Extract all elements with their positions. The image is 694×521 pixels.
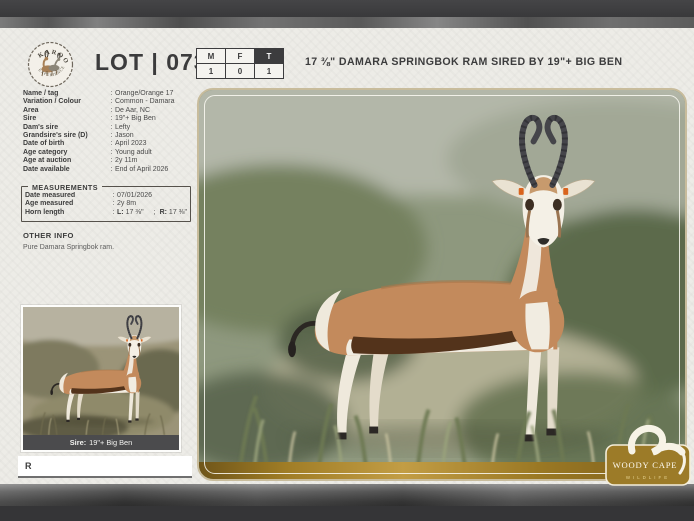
sex-val-m: 1 bbox=[197, 64, 226, 79]
details-panel: Name / tag:Orange/Orange 17 Variation / … bbox=[23, 90, 193, 174]
top-texture-strip bbox=[0, 17, 694, 28]
detail-label: Dam's sire bbox=[23, 124, 108, 132]
colon: : bbox=[108, 107, 115, 115]
horn-separator: ; bbox=[154, 209, 156, 217]
detail-value: April 2023 bbox=[115, 140, 193, 148]
sex-col-f: F bbox=[226, 49, 255, 64]
colon: : bbox=[110, 200, 117, 208]
horn-length-values: L: 17 ⅜"; R: 17 ⅜" bbox=[117, 209, 190, 217]
detail-row: Dam's sire:Lefty bbox=[23, 124, 193, 132]
detail-value: Common - Damara bbox=[115, 98, 193, 106]
detail-label: Age at auction bbox=[23, 157, 108, 165]
colon: : bbox=[108, 149, 115, 157]
detail-label: Age category bbox=[23, 149, 108, 157]
detail-label: Area bbox=[23, 107, 108, 115]
brand-tagline: WILDLIFE bbox=[626, 475, 670, 480]
detail-value: Jason bbox=[115, 132, 193, 140]
detail-row: Age category:Young adult bbox=[23, 149, 193, 157]
horn-length-row: Horn length : L: 17 ⅜"; R: 17 ⅜" bbox=[25, 209, 190, 217]
horn-right-label: R: bbox=[160, 209, 167, 216]
detail-row: Variation / Colour:Common - Damara bbox=[23, 98, 193, 106]
karoo-badge-logo: KAROO EXPERIENCE bbox=[27, 41, 74, 88]
detail-value: Orange/Orange 17 bbox=[115, 90, 193, 98]
bottom-bar bbox=[0, 506, 694, 521]
colon: : bbox=[110, 192, 117, 200]
detail-row: Date available:End of April 2026 bbox=[23, 166, 193, 174]
sire-caption-value: 19"+ Big Ben bbox=[89, 438, 132, 447]
horn-left-value: 17 ⅜" bbox=[126, 209, 144, 216]
detail-value: 2y 11m bbox=[115, 157, 193, 165]
sire-photo-card: Sire: 19"+ Big Ben bbox=[21, 305, 181, 452]
lot-headline: 17 ⅜" DAMARA SPRINGBOK RAM SIRED BY 19"+… bbox=[305, 56, 689, 68]
detail-row: Grandsire's sire (D):Jason bbox=[23, 132, 193, 140]
price-input[interactable]: R bbox=[18, 456, 192, 478]
woody-cape-logo: WOODY CAPE WILDLIFE bbox=[604, 421, 692, 489]
detail-value: End of April 2026 bbox=[115, 166, 193, 174]
woody-cape-logo-svg: WOODY CAPE WILDLIFE bbox=[604, 421, 692, 489]
measurement-label: Age measured bbox=[25, 200, 110, 208]
detail-label: Sire bbox=[23, 115, 108, 123]
detail-row: Date of birth:April 2023 bbox=[23, 140, 193, 148]
horn-right-value: 17 ⅜" bbox=[169, 209, 187, 216]
brand-name: WOODY CAPE bbox=[613, 460, 678, 470]
detail-row: Age at auction:2y 11m bbox=[23, 157, 193, 165]
detail-row: Area:De Aar, NC bbox=[23, 107, 193, 115]
detail-value: Young adult bbox=[115, 149, 193, 157]
sire-photo bbox=[23, 307, 179, 435]
colon: : bbox=[108, 124, 115, 132]
colon: : bbox=[108, 132, 115, 140]
measurement-value: 2y 8m bbox=[117, 200, 190, 208]
detail-row: Sire:19"+ Big Ben bbox=[23, 115, 193, 123]
sex-val-t: 1 bbox=[255, 64, 284, 79]
sex-count-table: M F T 1 0 1 bbox=[196, 48, 284, 79]
colon: : bbox=[108, 90, 115, 98]
lot-number: LOT | 073 bbox=[95, 49, 208, 76]
colon: : bbox=[108, 157, 115, 165]
bottom-texture-strip bbox=[0, 484, 694, 506]
detail-label: Grandsire's sire (D) bbox=[23, 132, 108, 140]
detail-label: Variation / Colour bbox=[23, 98, 108, 106]
detail-value: Lefty bbox=[115, 124, 193, 132]
colon: : bbox=[108, 98, 115, 106]
sex-col-t: T bbox=[255, 49, 284, 64]
catalog-page: KAROO EXPERIENCE LOT | 073 M F T bbox=[0, 0, 694, 521]
colon: : bbox=[108, 140, 115, 148]
colon: : bbox=[108, 115, 115, 123]
sex-col-m: M bbox=[197, 49, 226, 64]
horn-length-label: Horn length bbox=[25, 209, 110, 217]
horn-left-label: L: bbox=[117, 209, 124, 216]
measurement-value: 07/01/2026 bbox=[117, 192, 190, 200]
other-info-heading: OTHER INFO bbox=[23, 231, 74, 240]
sire-caption-bar: Sire: 19"+ Big Ben bbox=[23, 435, 179, 450]
detail-row: Name / tag:Orange/Orange 17 bbox=[23, 90, 193, 98]
colon: : bbox=[110, 209, 117, 217]
sire-caption-label: Sire: bbox=[70, 438, 86, 447]
other-info-text: Pure Damara Springbok ram. bbox=[23, 244, 114, 251]
measurements-heading: MEASUREMENTS bbox=[28, 183, 102, 192]
top-bar bbox=[0, 0, 694, 17]
sex-val-f: 0 bbox=[226, 64, 255, 79]
measurement-label: Date measured bbox=[25, 192, 110, 200]
detail-value: 19"+ Big Ben bbox=[115, 115, 193, 123]
measurement-row: Age measured:2y 8m bbox=[25, 200, 190, 208]
measurements-box: MEASUREMENTS Date measured:07/01/2026 Ag… bbox=[21, 186, 191, 222]
measurement-row: Date measured:07/01/2026 bbox=[25, 192, 190, 200]
detail-value: De Aar, NC bbox=[115, 107, 193, 115]
detail-label: Date available bbox=[23, 166, 108, 174]
karoo-badge-svg: KAROO EXPERIENCE bbox=[27, 41, 74, 88]
colon: : bbox=[108, 166, 115, 174]
detail-label: Name / tag bbox=[23, 90, 108, 98]
detail-label: Date of birth bbox=[23, 140, 108, 148]
